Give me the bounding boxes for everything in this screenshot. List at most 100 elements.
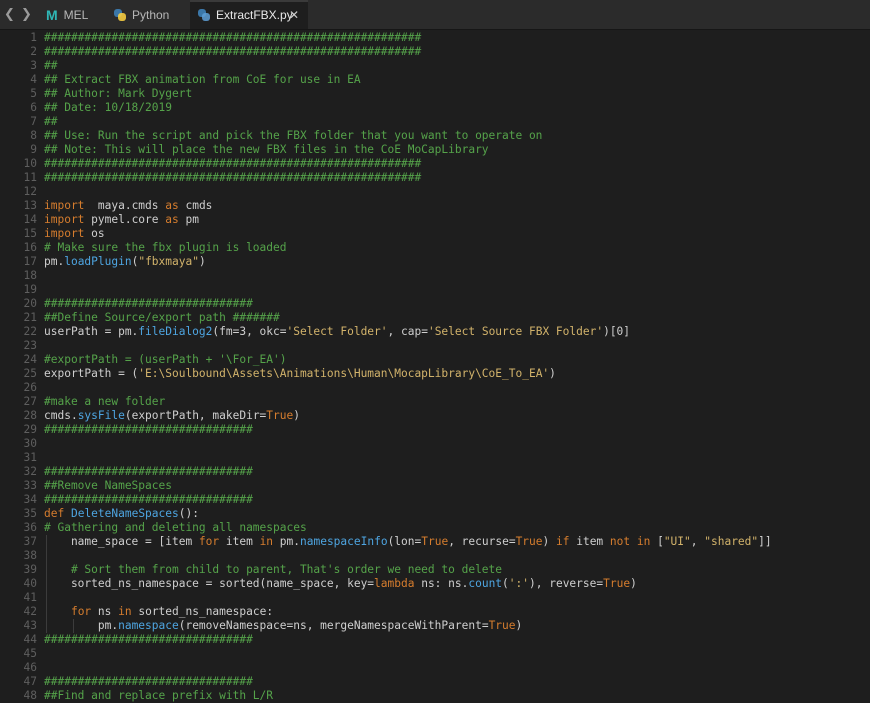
tab-extractfbx[interactable]: ExtractFBX.py ✕: [190, 0, 308, 29]
code-line[interactable]: 39 # Sort them from child to parent, Tha…: [0, 563, 870, 577]
code-token: ##: [44, 115, 58, 128]
code-line[interactable]: 44 ###############################: [0, 633, 870, 647]
code-line[interactable]: 9 ## Note: This will place the new FBX fi…: [0, 143, 870, 157]
code-token: ##Find and replace prefix with L/R: [44, 689, 274, 702]
code-token: ###############################: [44, 633, 253, 646]
line-number: 24: [23, 353, 37, 366]
tab-mel[interactable]: M MEL: [38, 0, 100, 29]
code-token: ########################################…: [44, 31, 422, 44]
code-line[interactable]: 22 userPath = pm.fileDialog2(fm=3, okc='S…: [0, 325, 870, 339]
line-number: 22: [23, 325, 37, 338]
code-line[interactable]: 25 exportPath = ('E:\Soulbound\Assets\Ani…: [0, 367, 870, 381]
code-line[interactable]: 13 import maya.cmds as cmds: [0, 199, 870, 213]
code-text: import maya.cmds as cmds: [44, 199, 212, 213]
code-line[interactable]: 3 ##: [0, 59, 870, 73]
code-line[interactable]: 24 #exportPath = (userPath + '\For_EA'): [0, 353, 870, 367]
code-line[interactable]: 45: [0, 647, 870, 661]
code-line[interactable]: 29 ###############################: [0, 423, 870, 437]
line-number: 48: [23, 689, 37, 702]
code-token: ## Extract FBX animation from CoE for us…: [44, 73, 361, 86]
code-text: for ns in sorted_ns_namespace:: [44, 605, 273, 619]
code-line[interactable]: 5 ## Author: Mark Dygert: [0, 87, 870, 101]
code-line[interactable]: 15 import os: [0, 227, 870, 241]
code-line[interactable]: 1 #######################################…: [0, 31, 870, 45]
line-number: 13: [23, 199, 37, 212]
maya-icon: M: [46, 6, 58, 23]
code-token: sysFile: [77, 409, 125, 422]
code-token: exportPath = (: [44, 367, 139, 380]
code-line[interactable]: 26: [0, 381, 870, 395]
code-editor[interactable]: 1 #######################################…: [0, 30, 870, 702]
code-line[interactable]: 37 name_space = [item for item in pm.nam…: [0, 535, 870, 549]
code-text: ###############################: [44, 633, 253, 647]
code-line[interactable]: 14 import pymel.core as pm: [0, 213, 870, 227]
code-line[interactable]: 42 for ns in sorted_ns_namespace:: [0, 605, 870, 619]
code-line[interactable]: 20 ###############################: [0, 297, 870, 311]
code-token: pm.: [44, 255, 65, 268]
code-line[interactable]: 16 # Make sure the fbx plugin is loaded: [0, 241, 870, 255]
code-line[interactable]: 11 ######################################…: [0, 171, 870, 185]
line-number: 36: [23, 521, 37, 534]
code-text: ########################################…: [44, 31, 421, 45]
code-token: ##Define Source/export path #######: [44, 311, 280, 324]
code-line[interactable]: 41: [0, 591, 870, 605]
code-line[interactable]: 27 #make a new folder: [0, 395, 870, 409]
forward-arrow-icon[interactable]: ❯: [21, 7, 32, 22]
tab-python[interactable]: Python: [106, 0, 186, 29]
code-line[interactable]: 34 ###############################: [0, 493, 870, 507]
code-line[interactable]: 12: [0, 185, 870, 199]
code-line[interactable]: 47 ###############################: [0, 675, 870, 689]
code-line[interactable]: 17 pm.loadPlugin("fbxmaya"): [0, 255, 870, 269]
code-token: userPath = pm.: [44, 325, 139, 338]
code-line[interactable]: 28 cmds.sysFile(exportPath, makeDir=True): [0, 409, 870, 423]
code-text: ########################################…: [44, 45, 421, 59]
code-text: ###############################: [44, 675, 253, 689]
code-line[interactable]: 46: [0, 661, 870, 675]
code-line[interactable]: 23: [0, 339, 870, 353]
line-number: 29: [23, 423, 37, 436]
code-line[interactable]: 38: [0, 549, 870, 563]
code-line[interactable]: 21 ##Define Source/export path #######: [0, 311, 870, 325]
code-token: import: [44, 227, 85, 240]
code-token: (fm=3, okc=: [212, 325, 287, 338]
close-icon[interactable]: ✕: [289, 8, 299, 22]
code-line[interactable]: 19: [0, 283, 870, 297]
code-line[interactable]: 36 # Gathering and deleting all namespace…: [0, 521, 870, 535]
code-token: ## Note: This will place the new FBX fil…: [44, 143, 489, 156]
code-text: #exportPath = (userPath + '\For_EA'): [44, 353, 286, 367]
code-line[interactable]: 32 ###############################: [0, 465, 870, 479]
code-text: # Make sure the fbx plugin is loaded: [44, 241, 286, 255]
line-number: 32: [23, 465, 37, 478]
code-line[interactable]: 30: [0, 437, 870, 451]
code-line[interactable]: 31: [0, 451, 870, 465]
code-token: ): [549, 367, 556, 380]
back-arrow-icon[interactable]: ❮: [4, 7, 15, 22]
code-line[interactable]: 7 ##: [0, 115, 870, 129]
code-token: ): [630, 577, 637, 590]
indent-guide: [73, 619, 74, 633]
code-token: ###############################: [44, 465, 253, 478]
code-token: ns: ns.: [414, 577, 469, 590]
code-line[interactable]: 40 sorted_ns_namespace = sorted(name_spa…: [0, 577, 870, 591]
code-line[interactable]: 6 ## Date: 10/18/2019: [0, 101, 870, 115]
code-line[interactable]: 4 ## Extract FBX animation from CoE for u…: [0, 73, 870, 87]
code-token: item: [219, 535, 260, 548]
code-text: ###############################: [44, 297, 253, 311]
code-token: def: [44, 507, 65, 520]
code-line[interactable]: 35 def DeleteNameSpaces():: [0, 507, 870, 521]
code-line[interactable]: 10 ######################################…: [0, 157, 870, 171]
code-token: cmds.: [44, 409, 78, 422]
code-token: not in: [609, 535, 651, 548]
code-line[interactable]: 43 pm.namespace(removeNamespace=ns, merg…: [0, 619, 870, 633]
code-line[interactable]: 2 #######################################…: [0, 45, 870, 59]
code-line[interactable]: 8 ## Use: Run the script and pick the FBX…: [0, 129, 870, 143]
code-token: in: [118, 605, 132, 618]
code-token: ():: [178, 507, 199, 520]
code-line[interactable]: 33 ##Remove NameSpaces: [0, 479, 870, 493]
code-line[interactable]: 18: [0, 269, 870, 283]
code-token: ), reverse=: [529, 577, 604, 590]
line-number: 17: [23, 255, 37, 268]
line-number: 46: [23, 661, 37, 674]
code-text: ##Remove NameSpaces: [44, 479, 172, 493]
code-line[interactable]: 48 ##Find and replace prefix with L/R: [0, 689, 870, 703]
